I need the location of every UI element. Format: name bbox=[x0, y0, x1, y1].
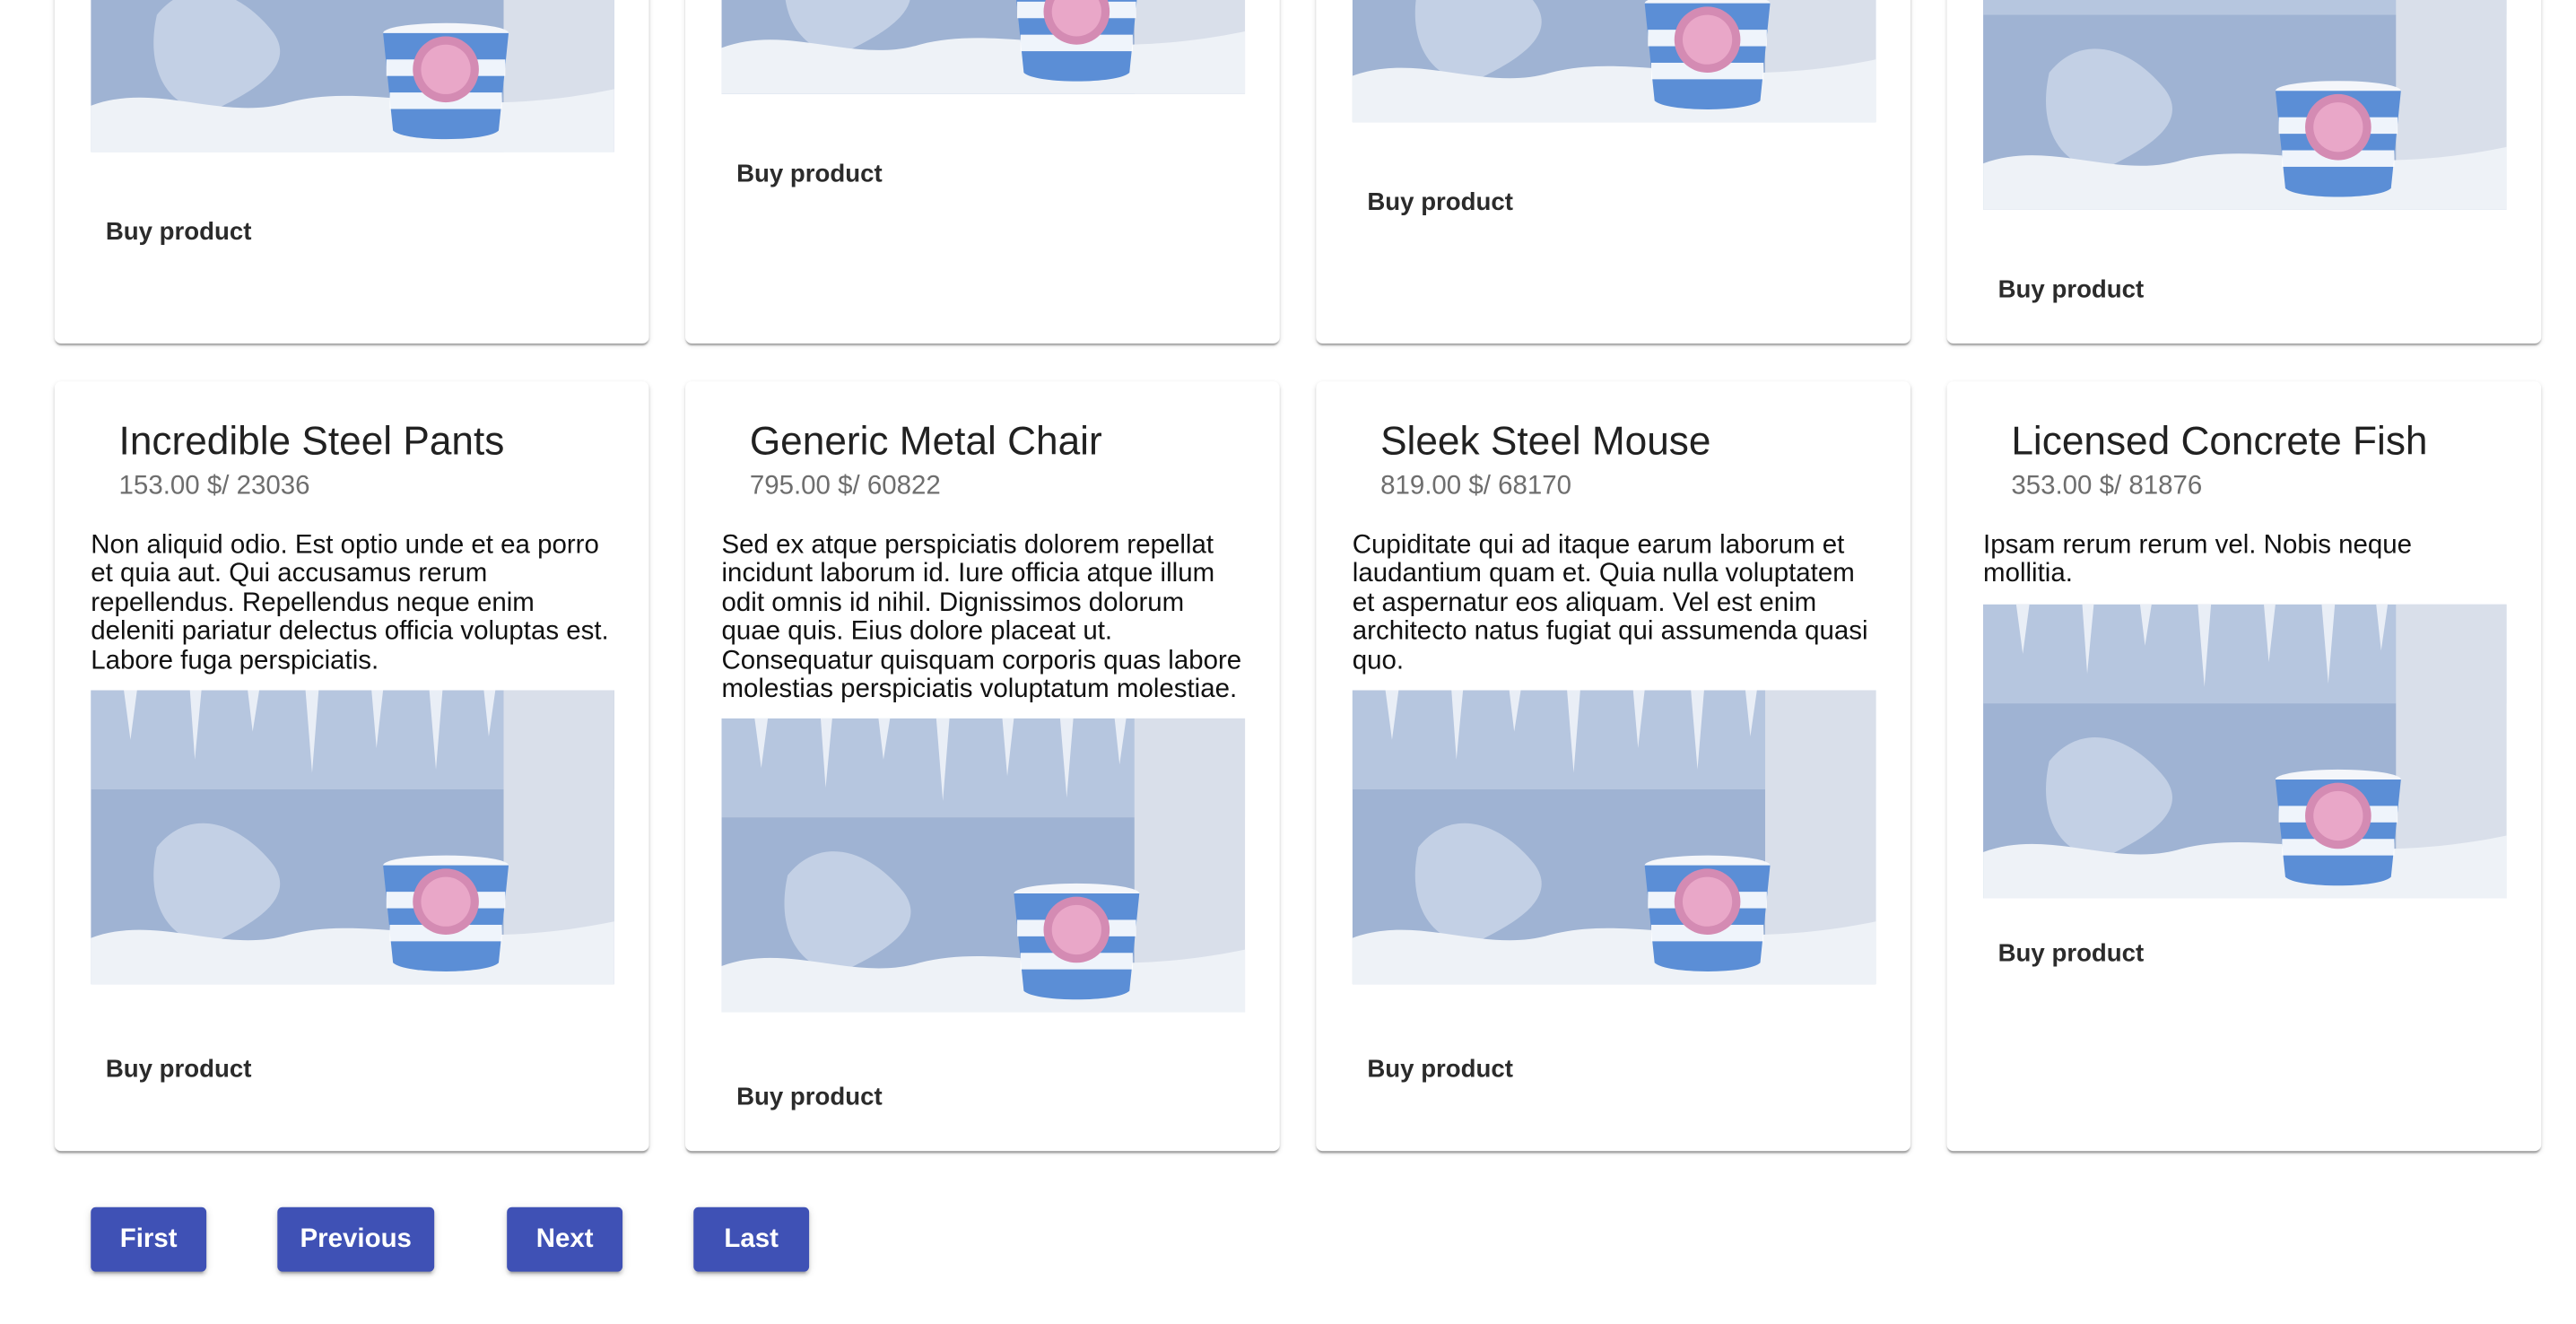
product-price: 153.00 $/ 23036 bbox=[118, 472, 310, 501]
product-card: Buy product bbox=[685, 0, 1280, 344]
buy-product-button[interactable]: Buy product bbox=[722, 145, 898, 205]
buy-product-button[interactable]: Buy product bbox=[1353, 1041, 1528, 1100]
card-header: Sleek Steel Mouse 819.00 $/ 68170 bbox=[1316, 381, 1910, 503]
product-price: 353.00 $/ 81876 bbox=[2011, 472, 2203, 501]
product-card: Licensed Concrete Fish 353.00 $/ 81876 I… bbox=[1946, 381, 2542, 1152]
product-card: Buy product bbox=[1316, 0, 1911, 344]
product-card: Incredible Steel Pants 153.00 $/ 23036 N… bbox=[54, 381, 649, 1152]
card-header: Licensed Concrete Fish 353.00 $/ 81876 bbox=[1947, 381, 2542, 503]
product-image bbox=[1353, 0, 1876, 122]
product-card: Buy product bbox=[1946, 0, 2542, 344]
product-image bbox=[91, 0, 614, 152]
card-header: Generic Metal Chair 795.00 $/ 60822 bbox=[685, 381, 1280, 503]
buy-product-button[interactable]: Buy product bbox=[722, 1068, 898, 1128]
product-image bbox=[722, 719, 1246, 1014]
product-description: Ipsam rerum rerum vel. Nobis neque molli… bbox=[1983, 531, 2413, 589]
product-card: Sleek Steel Mouse 819.00 $/ 68170 Cupidi… bbox=[1316, 381, 1911, 1152]
product-title: Sleek Steel Mouse bbox=[1380, 419, 1711, 465]
product-title: Licensed Concrete Fish bbox=[2011, 419, 2428, 465]
product-description: Cupiditate qui ad itaque earum laborum e… bbox=[1352, 531, 1868, 675]
first-page-button[interactable]: First bbox=[91, 1206, 207, 1272]
product-image bbox=[1983, 604, 2507, 898]
product-price: 819.00 $/ 68170 bbox=[1380, 472, 1572, 501]
product-price: 795.00 $/ 60822 bbox=[749, 472, 941, 501]
product-description: Non aliquid odio. Est optio unde et ea p… bbox=[91, 531, 609, 675]
buy-product-button[interactable]: Buy product bbox=[1983, 925, 2159, 984]
next-page-button[interactable]: Next bbox=[507, 1206, 623, 1272]
product-card: Generic Metal Chair 795.00 $/ 60822 Sed … bbox=[685, 381, 1280, 1152]
product-list-page: Buy product Buy product Buy product Buy … bbox=[0, 0, 2576, 1311]
buy-product-button[interactable]: Buy product bbox=[1983, 261, 2159, 320]
last-page-button[interactable]: Last bbox=[693, 1206, 810, 1272]
previous-page-button[interactable]: Previous bbox=[277, 1206, 435, 1272]
product-title: Generic Metal Chair bbox=[749, 419, 1102, 465]
product-image bbox=[1983, 0, 2507, 210]
product-description: Sed ex atque perspiciatis dolorem repell… bbox=[721, 531, 1242, 704]
buy-product-button[interactable]: Buy product bbox=[1353, 173, 1528, 232]
product-image bbox=[722, 0, 1246, 94]
product-image bbox=[1353, 691, 1876, 985]
card-header: Incredible Steel Pants 153.00 $/ 23036 bbox=[55, 381, 649, 503]
product-title: Incredible Steel Pants bbox=[118, 419, 505, 465]
buy-product-button[interactable]: Buy product bbox=[91, 1041, 266, 1100]
product-card: Buy product bbox=[54, 0, 649, 344]
buy-product-button[interactable]: Buy product bbox=[91, 203, 266, 262]
product-image bbox=[91, 691, 614, 985]
